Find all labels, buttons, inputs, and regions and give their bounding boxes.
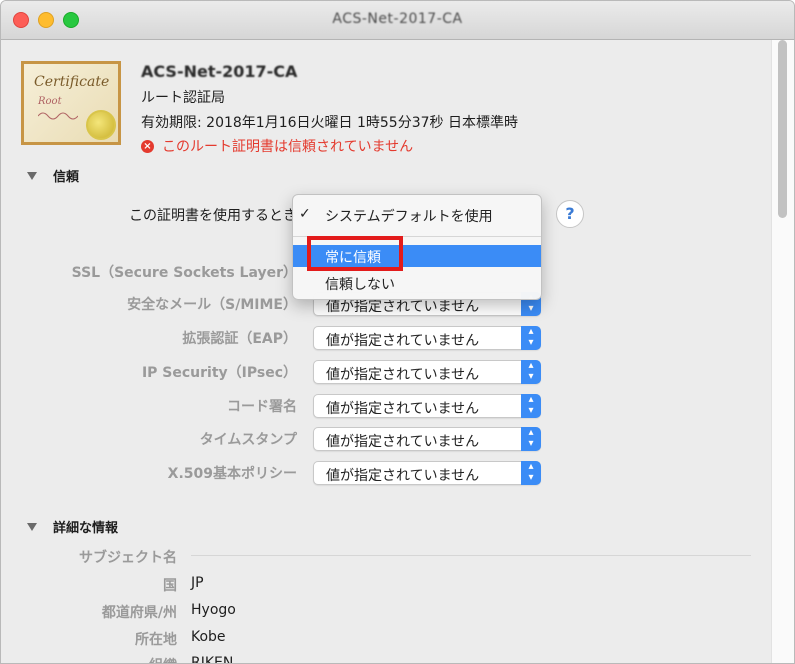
disclosure-triangle-icon[interactable] <box>27 171 37 180</box>
menu-item-label: 信頼しない <box>325 277 395 293</box>
subject-divider <box>191 555 751 556</box>
certificate-icon: Certificate Root <box>21 61 121 145</box>
details-section-title: 詳細な情報 <box>53 521 119 536</box>
trust-popup-eap[interactable]: 値が指定されていません ▴ ▾ <box>313 326 541 350</box>
detail-field-label: 都道府県/州 <box>101 605 177 621</box>
trust-row-label: SSL（Secure Sockets Layer） <box>71 265 297 281</box>
popup-value: 値が指定されていません <box>326 333 480 349</box>
chevron-updown-icon: ▴▾ <box>521 461 541 485</box>
chevron-updown-icon: ▴▾ <box>521 360 541 384</box>
detail-field-label: 国 <box>163 578 177 594</box>
vertical-scrollbar[interactable] <box>771 40 794 663</box>
trust-warning: × このルート証明書は信頼されていません <box>141 136 413 156</box>
details-section-header[interactable]: 詳細な情報 <box>27 517 118 536</box>
trust-warning-text: このルート証明書は信頼されていません <box>162 139 414 155</box>
certificate-type: ルート認証局 <box>141 90 225 106</box>
help-button[interactable]: ? <box>556 200 584 228</box>
trust-row-label: X.509基本ポリシー <box>167 466 297 482</box>
detail-field-value: RIKEN <box>191 655 234 664</box>
disclosure-triangle-icon[interactable] <box>27 522 37 531</box>
trust-popup-timestamp[interactable]: 値が指定されていません ▴ ▾ <box>313 427 541 451</box>
certificate-icon-text: Certificate <box>34 74 110 90</box>
trust-row-label: タイムスタンプ <box>199 432 297 448</box>
trust-section-title: 信頼 <box>53 170 80 185</box>
content-area: Certificate Root ACS-Net-2017-CA ルート認証局 … <box>1 40 772 664</box>
trust-popup-x509[interactable]: 値が指定されていません ▴ ▾ <box>313 461 541 485</box>
title-bar[interactable]: ACS-Net-2017-CA <box>1 1 794 40</box>
subject-name-label: サブジェクト名 <box>79 550 177 566</box>
popup-value: 値が指定されていません <box>326 434 480 450</box>
popup-value: 値が指定されていません <box>326 401 480 417</box>
chevron-updown-icon: ▴▾ <box>521 427 541 451</box>
seal-icon <box>86 110 116 140</box>
trust-row-label: コード署名 <box>227 399 297 415</box>
menu-item-never-trust[interactable]: 信頼しない <box>293 274 541 296</box>
error-icon: × <box>141 139 154 153</box>
trust-section-header[interactable]: 信頼 <box>27 166 79 185</box>
detail-field-value: Hyogo <box>191 602 236 618</box>
trust-row-label: 拡張認証（EAP） <box>182 331 297 347</box>
menu-item-label: システムデフォルトを使用 <box>325 209 493 225</box>
popup-value: 値が指定されていません <box>326 367 480 383</box>
detail-field-label: 所在地 <box>135 632 177 648</box>
popup-value: 値が指定されていません <box>326 468 480 484</box>
when-using-label: この証明書を使用するとき <box>129 208 297 224</box>
trust-row-label: IP Security（IPsec） <box>141 365 297 381</box>
chevron-updown-icon: ▴▾ <box>521 394 541 418</box>
certificate-expiry: 有効期限: 2018年1月16日火曜日 1時55分37秒 日本標準時 <box>141 115 518 131</box>
detail-field-value: Kobe <box>191 629 226 645</box>
detail-field-value: JP <box>191 575 204 591</box>
certificate-window: ACS-Net-2017-CA Certificate Root ACS-Net… <box>0 0 795 664</box>
signature-squiggle <box>38 112 78 120</box>
detail-field-label: 組織 <box>21 655 177 663</box>
trust-popup-ipsec[interactable]: 値が指定されていません ▴ ▾ <box>313 360 541 384</box>
annotation-highlight-box <box>307 236 403 271</box>
checkmark-icon: ✓ <box>299 206 311 222</box>
chevron-updown-icon: ▴▾ <box>521 326 541 350</box>
window-title: ACS-Net-2017-CA <box>332 11 463 27</box>
trust-row-label: 安全なメール（S/MIME） <box>127 297 297 313</box>
menu-item-system-default[interactable]: ✓ システムデフォルトを使用 <box>293 206 541 228</box>
certificate-name: ACS-Net-2017-CA <box>141 62 298 81</box>
trust-popup-code-signing[interactable]: 値が指定されていません ▴ ▾ <box>313 394 541 418</box>
certificate-icon-subtext: Root <box>38 96 62 107</box>
scrollbar-thumb[interactable] <box>778 40 787 218</box>
